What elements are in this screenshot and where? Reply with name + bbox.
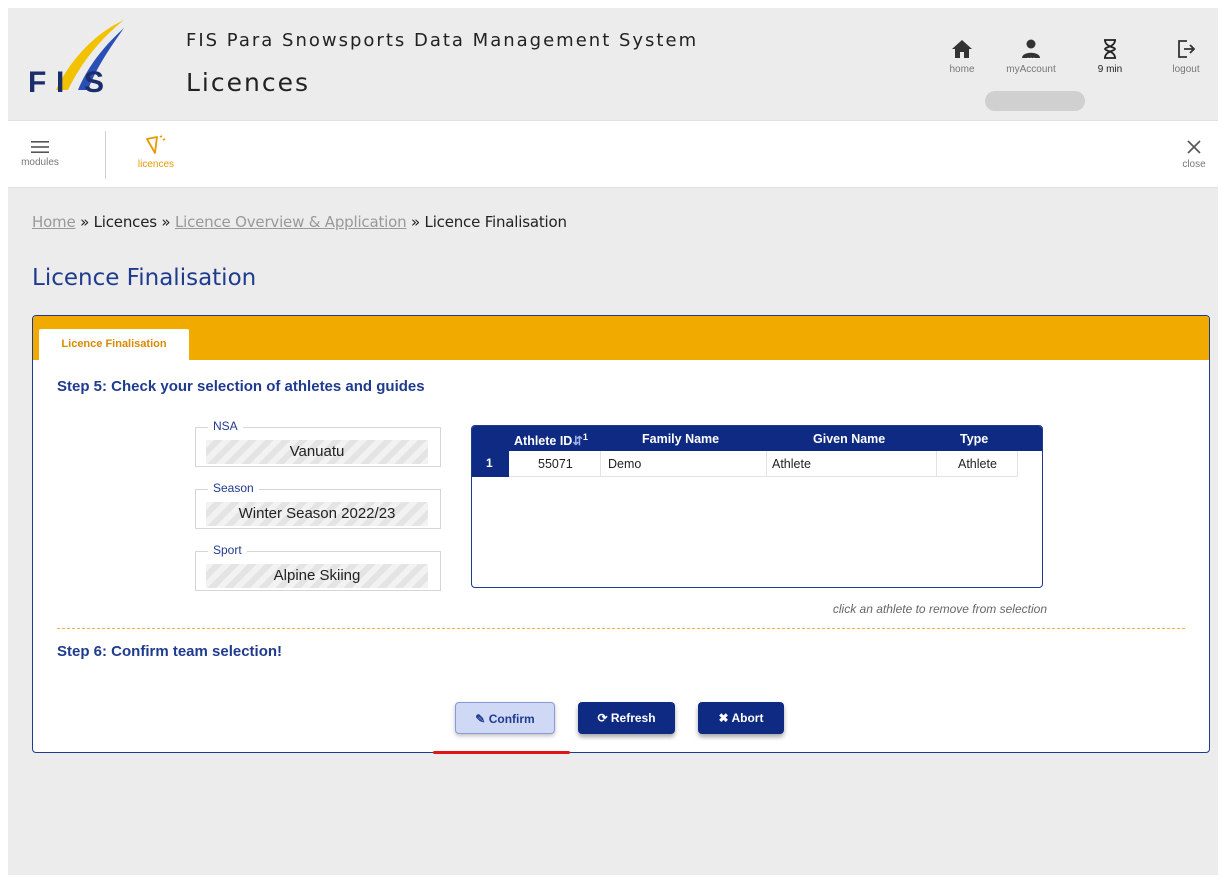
athlete-id-cell: 55071: [538, 457, 573, 471]
refresh-label: Refresh: [610, 711, 656, 725]
breadcrumb-current: Licence Finalisation: [424, 213, 567, 231]
table-row[interactable]: 1 55071 Demo Athlete Athlete: [472, 451, 1018, 477]
sort-index: 1: [582, 432, 588, 442]
column-header-family-name[interactable]: Family Name: [642, 432, 719, 446]
breadcrumb-separator: »: [161, 213, 171, 231]
session-timer: 9 min: [1092, 38, 1128, 75]
hourglass-icon: [1104, 39, 1116, 59]
refresh-button[interactable]: ⟳ Refresh: [578, 702, 675, 734]
user-icon: [1022, 39, 1040, 60]
cell-divider: [766, 451, 767, 477]
timer-label: 9 min: [1097, 64, 1123, 75]
fis-logo: F I S: [28, 20, 124, 98]
home-nav-button[interactable]: home: [944, 38, 980, 75]
logout-label: logout: [1172, 64, 1200, 75]
sort-arrows-icon: ⇵: [572, 434, 583, 449]
home-label: home: [949, 64, 975, 75]
close-label: close: [1182, 159, 1206, 170]
abort-label: Abort: [731, 711, 764, 725]
confirm-button[interactable]: ✎ Confirm: [455, 702, 555, 734]
column-header-given-name[interactable]: Given Name: [813, 432, 885, 446]
home-icon: [952, 40, 972, 58]
app-frame: F I S FIS Para Snowsports Data Managemen…: [8, 8, 1218, 875]
table-hint: click an athlete to remove from selectio…: [832, 602, 1047, 616]
season-field: Season Winter Season 2022/23: [195, 481, 441, 529]
hamburger-icon: [31, 141, 49, 153]
app-header: F I S FIS Para Snowsports Data Managemen…: [8, 8, 1218, 120]
page-title: Licence Finalisation: [32, 265, 257, 291]
module-title: Licences: [186, 68, 310, 97]
tab-licence-finalisation[interactable]: Licence Finalisation: [39, 326, 189, 362]
refresh-icon: ⟳: [597, 711, 608, 725]
breadcrumb-separator: »: [410, 213, 420, 231]
licence-cards-icon: [146, 135, 166, 154]
column-header-athlete-id[interactable]: Athlete ID⇵1: [514, 432, 588, 448]
nsa-value: Vanuatu: [206, 440, 428, 464]
sport-value: Alpine Skiing: [206, 564, 428, 588]
confirm-highlight-underline: [433, 751, 570, 754]
logout-icon: [1178, 40, 1196, 58]
logout-button[interactable]: logout: [1166, 38, 1206, 75]
athlete-selection-table: Athlete ID⇵1 Family Name Given Name Type…: [471, 425, 1043, 588]
toolbar-divider: [105, 131, 106, 179]
svg-text:F: F: [28, 66, 46, 98]
nsa-label: NSA: [208, 419, 243, 433]
module-toolbar: modules licences close: [8, 120, 1218, 188]
breadcrumb-overview-link[interactable]: Licence Overview & Application: [175, 213, 407, 231]
tab-bar: Licence Finalisation: [33, 316, 1209, 362]
cell-divider: [1017, 451, 1018, 477]
breadcrumb-licences: Licences: [93, 213, 157, 231]
modules-label: modules: [21, 157, 59, 168]
athlete-id-header-label: Athlete ID: [514, 434, 573, 449]
svg-text:I: I: [56, 66, 64, 98]
licences-label: licences: [137, 159, 175, 170]
column-header-type[interactable]: Type: [960, 432, 988, 446]
step5-title: Step 5: Check your selection of athletes…: [57, 378, 425, 395]
step6-title: Step 6: Confirm team selection!: [57, 643, 283, 660]
modules-menu-button[interactable]: modules: [20, 139, 60, 168]
given-name-cell: Athlete: [772, 457, 811, 471]
system-title: FIS Para Snowsports Data Management Syst…: [186, 30, 699, 51]
abort-button[interactable]: ✖ Abort: [698, 702, 784, 734]
cell-divider: [936, 451, 937, 477]
breadcrumb: Home » Licences » Licence Overview & App…: [32, 213, 567, 231]
account-name-pill: [985, 91, 1085, 111]
confirm-label: Confirm: [488, 712, 535, 726]
abort-icon: ✖: [718, 711, 729, 725]
row-number: 1: [472, 451, 509, 477]
my-account-label: myAccount: [1006, 64, 1056, 75]
breadcrumb-separator: »: [80, 213, 90, 231]
svg-text:S: S: [84, 66, 104, 98]
finalisation-panel: Licence Finalisation Step 5: Check your …: [32, 315, 1210, 753]
my-account-button[interactable]: myAccount: [996, 38, 1066, 75]
sport-field: Sport Alpine Skiing: [195, 543, 441, 591]
licences-module-button[interactable]: licences: [126, 133, 186, 170]
close-icon: [1187, 140, 1201, 154]
family-name-cell: Demo: [608, 457, 642, 471]
breadcrumb-home-link[interactable]: Home: [32, 213, 76, 231]
cell-divider: [600, 451, 601, 477]
section-divider: [57, 628, 1185, 629]
type-cell: Athlete: [958, 457, 997, 471]
sport-label: Sport: [208, 543, 247, 557]
confirm-icon: ✎: [475, 712, 486, 726]
nsa-field: NSA Vanuatu: [195, 419, 441, 467]
table-header: Athlete ID⇵1 Family Name Given Name Type: [472, 426, 1042, 451]
season-value: Winter Season 2022/23: [206, 502, 428, 526]
close-module-button[interactable]: close: [1176, 137, 1212, 170]
season-label: Season: [208, 481, 259, 495]
